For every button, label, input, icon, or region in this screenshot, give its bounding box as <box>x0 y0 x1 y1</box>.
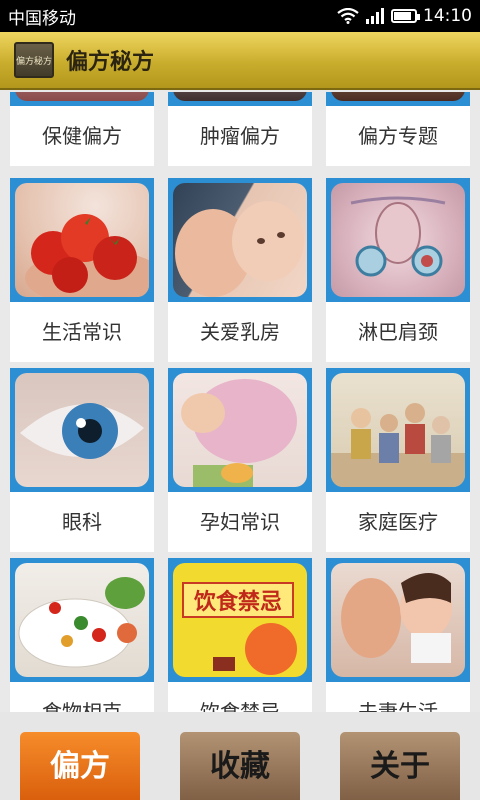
grid-item-food-conflicts[interactable]: 食物相克 <box>10 558 154 712</box>
grid-item-couple-life[interactable]: 夫妻生活 <box>326 558 470 712</box>
couple-illustration <box>341 573 452 663</box>
poster-title: 饮食禁忌 <box>193 589 282 615</box>
tab-about[interactable]: 关于 <box>340 732 460 800</box>
grid-item-life-tips[interactable]: 生活常识 <box>10 178 154 362</box>
tile-label: 生活常识 <box>10 302 154 362</box>
tile-image <box>10 368 154 492</box>
pregnant-illustration <box>181 379 297 487</box>
tile-image <box>10 92 154 106</box>
page-title: 偏方秘方 <box>66 50 155 75</box>
battery-icon <box>391 9 420 23</box>
tile-image <box>168 368 312 492</box>
tile-image <box>168 92 312 106</box>
tile-label: 淋巴肩颈 <box>326 302 470 362</box>
grid-item-pregnancy-tips[interactable]: 孕妇常识 <box>168 368 312 552</box>
tile-label: 肿瘤偏方 <box>168 106 312 166</box>
tile-image <box>10 178 154 302</box>
tile-label: 偏方专题 <box>326 106 470 166</box>
grid-item-health-remedies[interactable]: 保健偏方 <box>10 92 154 166</box>
app-logo-text: 偏方秘方 <box>16 56 53 67</box>
clock: 14:10 <box>423 6 472 26</box>
tile-label: 保健偏方 <box>10 106 154 166</box>
grid-item-remedy-topics[interactable]: 偏方专题 <box>326 92 470 166</box>
grid-item-lymph-neck[interactable]: 淋巴肩颈 <box>326 178 470 362</box>
carrier-label: 中国移动 <box>8 8 76 29</box>
tomatoes-illustration <box>25 214 149 297</box>
app-logo-icon: 偏方秘方 <box>14 42 54 78</box>
grid-item-breast-care[interactable]: 关爱乳房 <box>168 178 312 362</box>
eye-illustration <box>20 403 144 459</box>
tab-favorites[interactable]: 收藏 <box>180 732 300 800</box>
tile-label: 眼科 <box>10 492 154 552</box>
category-grid[interactable]: 保健偏方 肿瘤偏方 偏方专题 生活常识 关爱乳房 淋巴肩颈 眼科 孕妇常识 家庭… <box>0 92 480 712</box>
title-bar: 偏方秘方 偏方秘方 <box>0 32 480 90</box>
family-illustration <box>331 403 465 487</box>
grid-item-tumor-remedies[interactable]: 肿瘤偏方 <box>168 92 312 166</box>
battery-level <box>394 12 411 20</box>
bottom-tab-bar: 偏方 收藏 关于 <box>0 712 480 800</box>
food-plate-illustration <box>18 577 145 668</box>
tile-label: 饮食禁忌 <box>168 682 312 712</box>
tab-remedies[interactable]: 偏方 <box>20 732 140 800</box>
tile-label: 夫妻生活 <box>326 682 470 712</box>
tile-label: 孕妇常识 <box>168 492 312 552</box>
tile-image <box>168 178 312 302</box>
baby-illustration <box>175 201 304 297</box>
grid-item-ophthalmology[interactable]: 眼科 <box>10 368 154 552</box>
diet-taboo-poster: 饮食禁忌 <box>182 582 297 675</box>
grid-item-family-medical[interactable]: 家庭医疗 <box>326 368 470 552</box>
tile-image <box>326 368 470 492</box>
tile-label: 家庭医疗 <box>326 492 470 552</box>
status-indicators: 14:10 <box>337 6 472 26</box>
tile-label: 食物相克 <box>10 682 154 712</box>
wifi-icon <box>337 8 359 24</box>
tile-image <box>10 558 154 682</box>
signal-icon <box>366 8 384 24</box>
tile-label: 关爱乳房 <box>168 302 312 362</box>
status-bar: 中国移动 14:10 <box>0 0 480 32</box>
tile-image <box>326 558 470 682</box>
grid-item-diet-taboos[interactable]: 饮食禁忌 饮食禁忌 <box>168 558 312 712</box>
tile-image: 饮食禁忌 <box>168 558 312 682</box>
tile-image <box>326 178 470 302</box>
tile-image <box>326 92 470 106</box>
anatomy-illustration <box>350 196 446 277</box>
